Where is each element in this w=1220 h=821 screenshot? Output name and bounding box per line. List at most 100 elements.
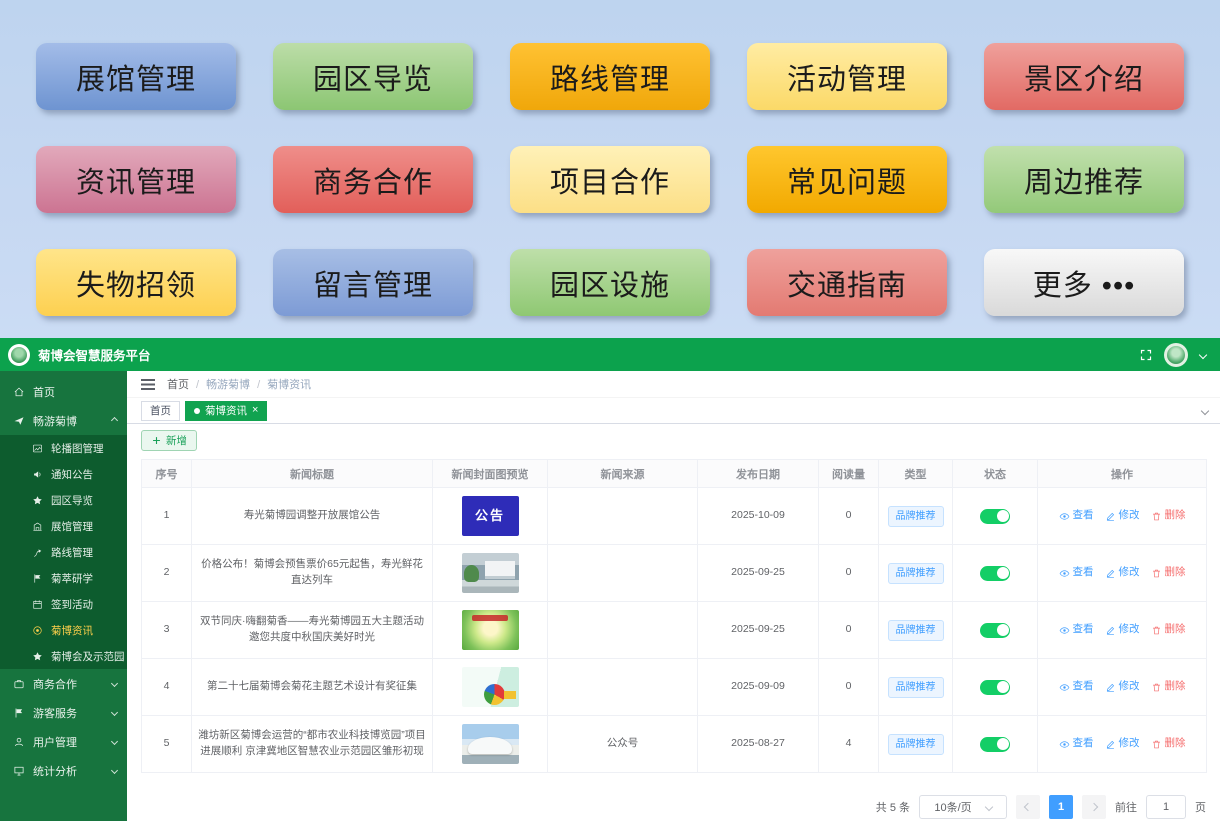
launcher-button-activity-mgmt[interactable]: 活动管理 (747, 43, 947, 110)
breadcrumb-tour-expo[interactable]: 畅游菊博 (189, 376, 250, 392)
sidebar-fold-icon[interactable] (141, 379, 155, 390)
launcher-button-scenic-intro[interactable]: 景区介绍 (984, 43, 1184, 110)
launcher-button-traffic-guide[interactable]: 交通指南 (747, 249, 947, 316)
launcher-button-project-coop[interactable]: 项目合作 (510, 146, 710, 213)
type-badge: 品牌推荐 (888, 506, 944, 527)
main-area: 首页 畅游菊博 菊博资讯 首页 菊博资讯 (127, 371, 1220, 821)
view-link[interactable]: 查看 (1059, 679, 1094, 695)
view-link[interactable]: 查看 (1059, 622, 1094, 638)
row-date: 2025-09-25 (698, 545, 819, 602)
delete-link[interactable]: 删除 (1151, 736, 1186, 752)
page-size-select[interactable]: 10条/页 (919, 795, 1007, 819)
launcher-button-facilities[interactable]: 园区设施 (510, 249, 710, 316)
sidebar-item-checkin-activity[interactable]: 签到活动 (0, 591, 127, 617)
carousel-icon (32, 443, 43, 454)
sidebar-item-route-mgmt[interactable]: 路线管理 (0, 539, 127, 565)
col-type: 类型 (879, 460, 953, 488)
chevron-down-icon (984, 803, 992, 811)
status-toggle[interactable] (980, 566, 1010, 581)
breadcrumb-bar: 首页 畅游菊博 菊博资讯 (127, 371, 1220, 398)
add-button[interactable]: 新增 (141, 430, 197, 451)
sidebar-item-business-coop[interactable]: 商务合作 (0, 669, 127, 698)
sidebar-item-park-guide[interactable]: 园区导览 (0, 487, 127, 513)
chevron-down-icon (111, 709, 118, 716)
row-date: 2025-09-25 (698, 602, 819, 659)
view-link[interactable]: 查看 (1059, 508, 1094, 524)
row-reads: 0 (819, 545, 879, 602)
user-menu-caret-icon[interactable] (1199, 350, 1207, 358)
launcher-button-message-mgmt[interactable]: 留言管理 (273, 249, 473, 316)
launcher-button-lost-found[interactable]: 失物招领 (36, 249, 236, 316)
sidebar-item-hall-mgmt[interactable]: 展馆管理 (0, 513, 127, 539)
status-toggle[interactable] (980, 623, 1010, 638)
status-toggle[interactable] (980, 680, 1010, 695)
edit-link[interactable]: 修改 (1105, 679, 1140, 695)
col-cover: 新闻封面图预览 (433, 460, 548, 488)
type-badge: 品牌推荐 (888, 620, 944, 641)
eye-icon (1059, 511, 1070, 522)
launcher-button-more[interactable]: 更多 ••• (984, 249, 1184, 316)
tab-overflow-chevron-icon[interactable] (1201, 406, 1209, 414)
edit-link[interactable]: 修改 (1105, 565, 1140, 581)
launcher-button-hall-mgmt[interactable]: 展馆管理 (36, 43, 236, 110)
col-seq: 序号 (142, 460, 192, 488)
launcher-button-faq[interactable]: 常见问题 (747, 146, 947, 213)
sidebar-item-study-tour[interactable]: 菊萃研学 (0, 565, 127, 591)
launcher-button-nearby[interactable]: 周边推荐 (984, 146, 1184, 213)
row-reads: 0 (819, 488, 879, 545)
sidebar-item-statistics[interactable]: 统计分析 (0, 756, 127, 785)
next-page-button[interactable] (1082, 795, 1106, 819)
launcher-button-park-guide[interactable]: 园区导览 (273, 43, 473, 110)
tab-close-icon[interactable] (252, 405, 258, 416)
chevron-down-icon (111, 738, 118, 745)
delete-link[interactable]: 删除 (1151, 565, 1186, 581)
launcher-button-business-coop[interactable]: 商务合作 (273, 146, 473, 213)
tab-expo-news[interactable]: 菊博资讯 (185, 401, 267, 421)
breadcrumb-home[interactable]: 首页 (167, 376, 189, 392)
home-icon (13, 386, 25, 398)
sidebar-item-expo-demo-garden[interactable]: 菊博会及示范园 (0, 643, 127, 669)
eye-icon (1059, 682, 1070, 693)
eye-icon (1059, 739, 1070, 750)
edit-link[interactable]: 修改 (1105, 622, 1140, 638)
flag-icon (13, 707, 25, 719)
admin-header: 菊博会智慧服务平台 (0, 338, 1220, 371)
status-toggle[interactable] (980, 509, 1010, 524)
eye-icon (1059, 568, 1070, 579)
row-seq: 1 (142, 488, 192, 545)
view-link[interactable]: 查看 (1059, 736, 1094, 752)
sidebar-item-visitor-service[interactable]: 游客服务 (0, 698, 127, 727)
chevron-right-icon (1090, 803, 1098, 811)
sidebar-item-carousel-mgmt[interactable]: 轮播图管理 (0, 435, 127, 461)
fullscreen-icon[interactable] (1140, 349, 1152, 361)
delete-link[interactable]: 删除 (1151, 622, 1186, 638)
sidebar-item-expo-news[interactable]: 菊博资讯 (0, 617, 127, 643)
edit-link[interactable]: 修改 (1105, 508, 1140, 524)
view-link[interactable]: 查看 (1059, 565, 1094, 581)
flag-icon (32, 573, 43, 584)
brand-logo-icon (8, 344, 30, 366)
hall-icon (32, 521, 43, 532)
status-toggle[interactable] (980, 737, 1010, 752)
prev-page-button[interactable] (1016, 795, 1040, 819)
tab-home[interactable]: 首页 (141, 401, 180, 421)
user-avatar[interactable] (1164, 343, 1188, 367)
goto-page-input[interactable] (1146, 795, 1186, 819)
cover-thumbnail (462, 724, 519, 764)
active-dot-icon (194, 408, 200, 414)
sidebar-item-home[interactable]: 首页 (0, 377, 127, 406)
launcher-button-news-mgmt[interactable]: 资讯管理 (36, 146, 236, 213)
delete-link[interactable]: 删除 (1151, 679, 1186, 695)
delete-link[interactable]: 删除 (1151, 508, 1186, 524)
sidebar-group-tour-expo[interactable]: 畅游菊博 (0, 406, 127, 435)
launcher-button-route-mgmt[interactable]: 路线管理 (510, 43, 710, 110)
total-count: 共 5 条 (876, 799, 910, 815)
row-reads: 0 (819, 659, 879, 716)
sidebar-item-user-mgmt[interactable]: 用户管理 (0, 727, 127, 756)
sidebar-item-notice[interactable]: 通知公告 (0, 461, 127, 487)
table-header-row: 序号 新闻标题 新闻封面图预览 新闻来源 发布日期 阅读量 类型 状态 操作 (142, 460, 1207, 488)
edit-link[interactable]: 修改 (1105, 736, 1140, 752)
row-title: 潍坊新区菊博会运营的“都市农业科技博览园”项目进展顺利 京津冀地区智慧农业示范园… (192, 716, 433, 773)
page-1-button[interactable]: 1 (1049, 795, 1073, 819)
row-source (548, 545, 698, 602)
